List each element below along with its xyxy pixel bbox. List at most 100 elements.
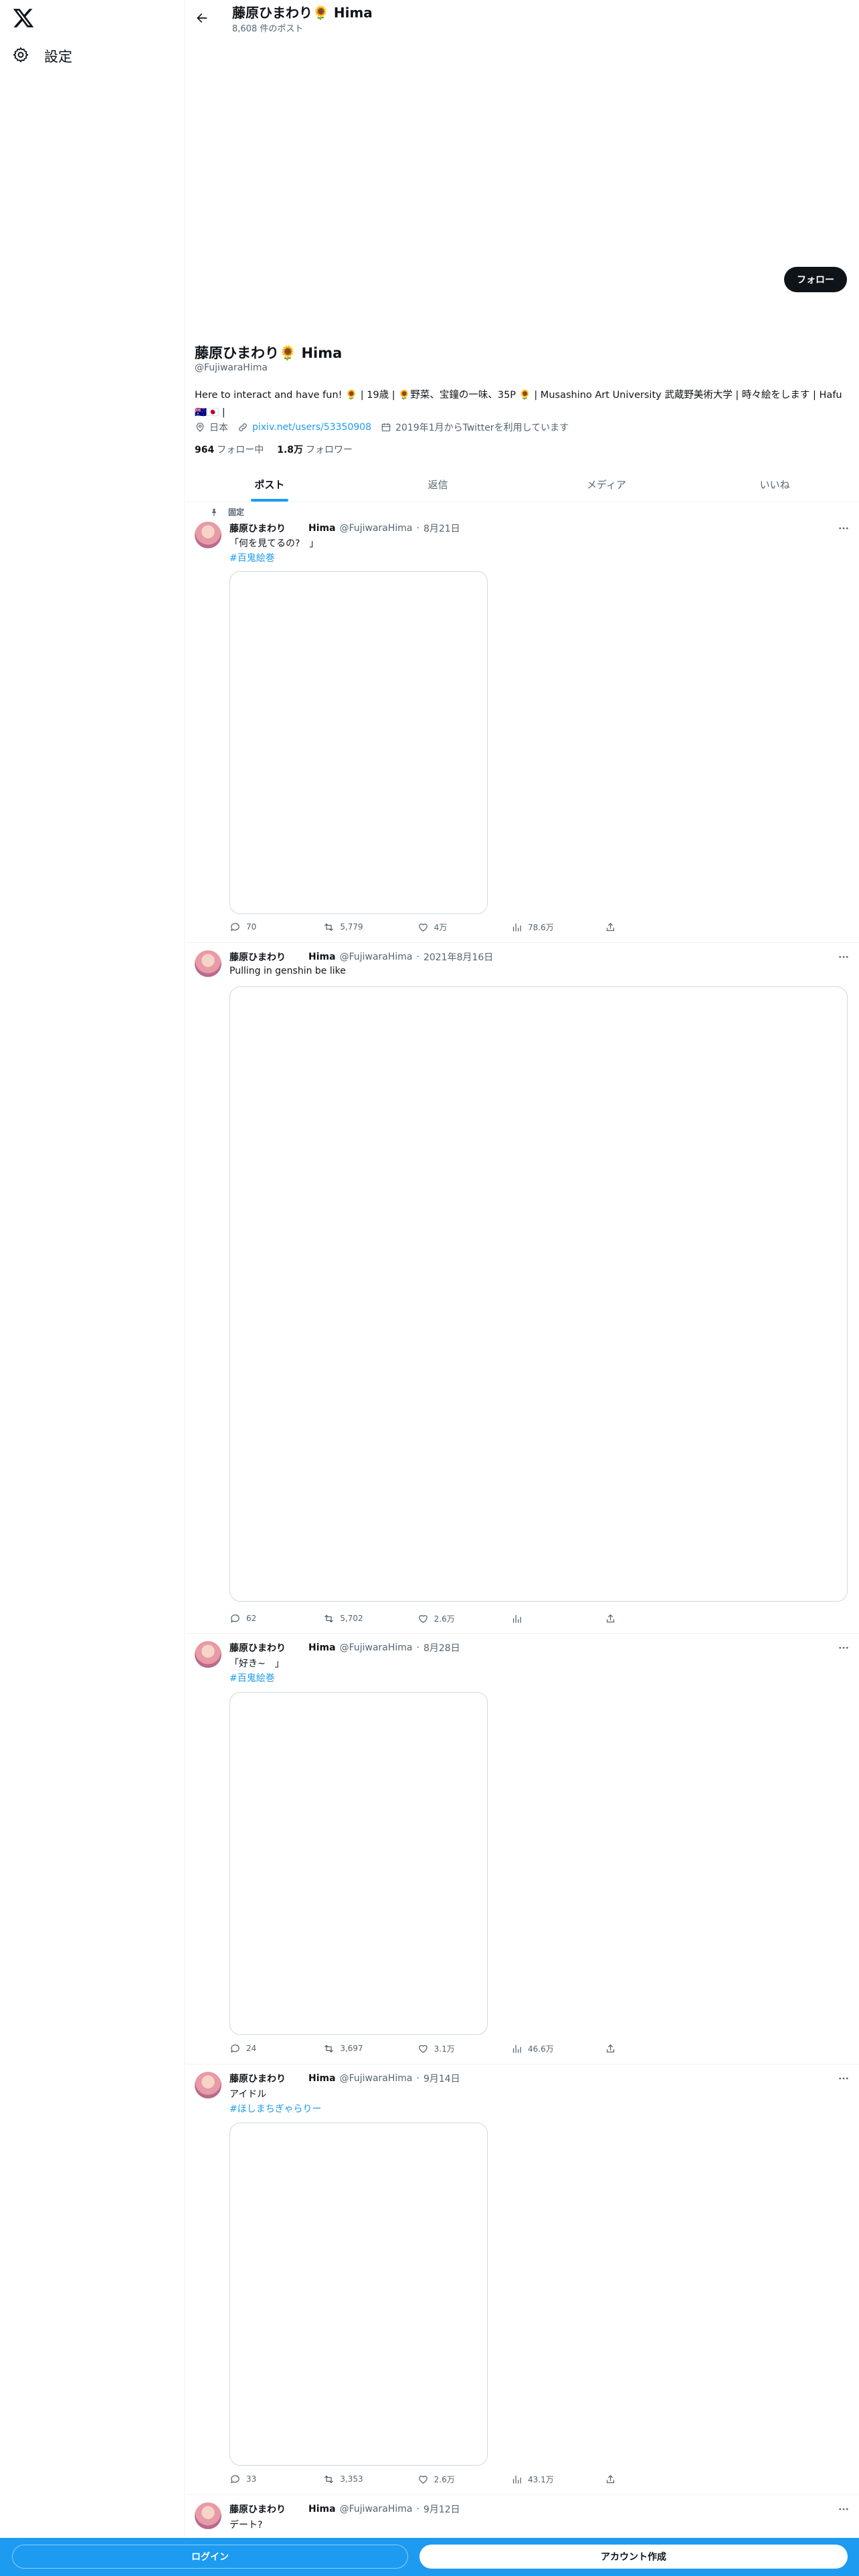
post-author-name[interactable]: 藤原ひまわり <box>229 2072 286 2085</box>
profile-bio: Here to interact and have fun! 🌻 | 19歳 |… <box>195 390 842 418</box>
post-date[interactable]: 9月12日 <box>423 2502 460 2516</box>
post-separator: · <box>416 952 419 962</box>
share-button[interactable] <box>605 2472 631 2486</box>
views-button[interactable]: 46.6万 <box>511 2042 605 2055</box>
repost-button[interactable]: 3,353 <box>323 2472 417 2486</box>
followers-label: フォロワー <box>306 445 353 455</box>
reply-button[interactable]: 62 <box>229 1612 323 1625</box>
post-item[interactable]: 藤原ひまわり Hima @FujiwaraHima · 2021年8月16日 P… <box>185 944 859 1634</box>
post-author-name[interactable]: 藤原ひまわり <box>229 950 286 964</box>
views-count: 43.1万 <box>527 2474 554 2484</box>
back-button[interactable] <box>192 8 212 28</box>
repost-button[interactable]: 5,702 <box>323 1612 417 1625</box>
settings-link[interactable]: 設定 <box>12 43 72 70</box>
post-media[interactable] <box>229 1692 488 2035</box>
following-count: 964 <box>195 445 215 455</box>
website-item[interactable]: pixiv.net/users/53350908 <box>237 422 371 433</box>
follow-button[interactable]: フォロー <box>784 267 847 292</box>
post-hashtag[interactable]: #ほしまちぎゃらりー <box>229 2102 321 2115</box>
avatar[interactable] <box>195 1641 221 1668</box>
login-button[interactable]: ログイン <box>12 2545 408 2569</box>
post-actions: 24 3,697 3.1万 46.6万 <box>229 2042 631 2055</box>
share-button[interactable] <box>605 920 631 934</box>
reply-button[interactable]: 24 <box>229 2042 323 2055</box>
share-button[interactable] <box>605 2042 631 2055</box>
post-date[interactable]: 8月21日 <box>423 522 460 535</box>
post-author-name[interactable]: 藤原ひまわり <box>229 522 286 535</box>
repost-button[interactable]: 3,697 <box>323 2042 417 2055</box>
post-header: 藤原ひまわり Hima @FujiwaraHima · 8月28日 <box>229 1641 460 1654</box>
post-author-name[interactable]: 藤原ひまわり <box>229 2502 286 2516</box>
followers-count: 1.8万 <box>277 445 304 455</box>
more-options-button[interactable] <box>835 1641 852 1654</box>
like-button[interactable]: 4万 <box>417 920 511 934</box>
pinned-indicator: 固定 <box>209 506 244 518</box>
share-button[interactable] <box>605 1612 631 1625</box>
post-item[interactable]: 固定 藤原ひまわり Hima @FujiwaraHima · 8月21日 「何を… <box>185 503 859 943</box>
main-column: 藤原ひまわり🌻 Hima 8,608 件のポスト フォロー 藤原ひまわり🌻 Hi… <box>185 0 859 2576</box>
post-author-name-suffix[interactable]: Hima <box>308 2073 336 2084</box>
more-options-button[interactable] <box>835 2502 852 2516</box>
repost-count: 3,353 <box>340 2474 363 2484</box>
post-hashtag[interactable]: #百鬼絵巻 <box>229 551 275 564</box>
post-author-name-suffix[interactable]: Hima <box>308 2504 336 2514</box>
views-button[interactable]: 43.1万 <box>511 2472 605 2486</box>
more-options-button[interactable] <box>835 950 852 964</box>
reply-button[interactable]: 33 <box>229 2472 323 2486</box>
post-media[interactable] <box>229 986 848 1602</box>
post-separator: · <box>416 523 419 534</box>
post-item[interactable]: 藤原ひまわり Hima @FujiwaraHima · 9月14日 アイドル #… <box>185 2065 859 2495</box>
post-author-handle: @FujiwaraHima <box>339 952 413 962</box>
like-button[interactable]: 2.6万 <box>417 1612 511 1625</box>
like-button[interactable]: 2.6万 <box>417 2472 511 2486</box>
more-options-button[interactable] <box>835 2072 852 2085</box>
post-author-name-suffix[interactable]: Hima <box>308 1642 336 1653</box>
reply-count: 70 <box>246 922 257 932</box>
post-date[interactable]: 8月28日 <box>423 1641 460 1654</box>
followers-stat[interactable]: 1.8万 フォロワー <box>277 443 353 456</box>
like-button[interactable]: 3.1万 <box>417 2042 511 2055</box>
post-item[interactable]: 藤原ひまわり Hima @FujiwaraHima · 9月12日 デート? <box>185 2496 859 2538</box>
more-dots-icon <box>839 2077 848 2080</box>
reply-icon <box>231 922 240 931</box>
reply-button[interactable]: 70 <box>229 920 323 934</box>
post-author-name-suffix[interactable]: Hima <box>308 523 336 534</box>
reply-icon <box>231 1614 240 1622</box>
post-text: 「好き~ 」 <box>229 1658 284 1669</box>
avatar[interactable] <box>195 950 221 977</box>
more-dots-icon <box>839 956 848 958</box>
repost-icon <box>324 2044 334 2052</box>
post-date[interactable]: 9月14日 <box>423 2072 460 2085</box>
repost-count: 5,779 <box>340 922 363 932</box>
avatar[interactable] <box>195 2072 221 2099</box>
location-text: 日本 <box>209 423 228 433</box>
post-date[interactable]: 2021年8月16日 <box>423 950 493 964</box>
website-link[interactable]: pixiv.net/users/53350908 <box>252 422 371 433</box>
x-logo-icon[interactable] <box>12 7 35 29</box>
repost-button[interactable]: 5,779 <box>323 920 417 934</box>
following-stat[interactable]: 964 フォロー中 <box>195 443 264 456</box>
post-header: 藤原ひまわり Hima @FujiwaraHima · 9月12日 <box>229 2502 460 2516</box>
tab-replies[interactable]: 返信 <box>354 467 522 502</box>
tab-posts[interactable]: ポスト <box>185 467 354 502</box>
post-actions: 62 5,702 2.6万 <box>229 1612 631 1625</box>
views-chart-icon <box>512 923 521 932</box>
post-item[interactable]: 藤原ひまわり Hima @FujiwaraHima · 8月28日 「好き~ 」… <box>185 1634 859 2064</box>
views-button[interactable]: 78.6万 <box>511 920 605 934</box>
views-count: 78.6万 <box>527 922 554 932</box>
views-button[interactable] <box>511 1612 605 1625</box>
tab-likes[interactable]: いいね <box>690 467 859 502</box>
post-media[interactable] <box>229 2123 488 2466</box>
post-media[interactable] <box>229 571 488 914</box>
signup-button[interactable]: アカウント作成 <box>419 2545 848 2569</box>
post-author-name[interactable]: 藤原ひまわり <box>229 1641 286 1654</box>
post-author-name-suffix[interactable]: Hima <box>308 952 336 962</box>
avatar[interactable] <box>195 2502 221 2529</box>
profile-banner <box>185 36 859 257</box>
reply-count: 62 <box>246 1614 257 1623</box>
post-hashtag[interactable]: #百鬼絵巻 <box>229 1671 275 1685</box>
tab-media[interactable]: メディア <box>522 467 691 502</box>
more-options-button[interactable] <box>835 522 852 535</box>
avatar[interactable] <box>195 522 221 548</box>
more-dots-icon <box>839 1646 848 1649</box>
